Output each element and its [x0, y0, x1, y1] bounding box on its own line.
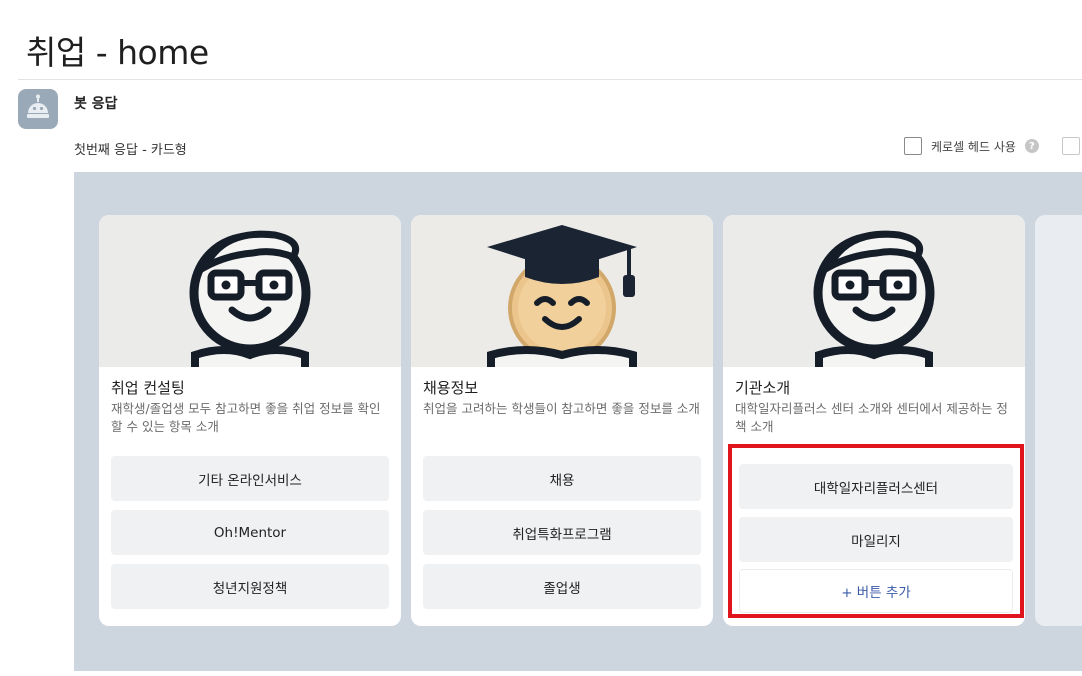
add-button[interactable]: + 버튼 추가 — [739, 569, 1013, 613]
student-with-glasses-illustration — [723, 215, 1025, 367]
carousel-head-label: 케로셀 헤드 사용 — [931, 139, 1016, 154]
card-title: 채용정보 — [423, 379, 479, 397]
graduate-cap-illustration — [411, 215, 713, 367]
title-divider — [18, 79, 1082, 80]
card-button[interactable]: Oh!Mentor — [111, 510, 389, 555]
card-description: 재학생/졸업생 모두 참고하면 좋을 취업 정보를 확인할 수 있는 항목 소개 — [111, 401, 381, 434]
card-button[interactable]: 졸업생 — [423, 564, 701, 609]
page-title: 취업 - home — [26, 33, 209, 72]
bot-avatar — [18, 89, 58, 129]
card-description: 대학일자리플러스 센터 소개와 센터에서 제공하는 정책 소개 — [735, 401, 1008, 434]
card-button[interactable]: 취업특화프로그램 — [423, 510, 701, 555]
card-title: 기관소개 — [735, 379, 791, 397]
response-label: 첫번째 응답 - 카드형 — [74, 143, 187, 158]
card-button[interactable]: 마일리지 — [739, 517, 1013, 562]
student-with-glasses-illustration — [99, 215, 401, 367]
robot-icon — [27, 94, 49, 118]
question-circle-icon[interactable]: ? — [1024, 139, 1039, 153]
card-job-info[interactable]: 채용정보 취업을 고려하는 학생들이 참고하면 좋을 정보를 소개 채용 취업특… — [411, 215, 713, 626]
card-description: 취업을 고려하는 학생들이 참고하면 좋을 정보를 소개 — [423, 401, 700, 416]
card-button[interactable]: 청년지원정책 — [111, 564, 389, 609]
card-next-partial[interactable] — [1035, 215, 1082, 626]
card-institution-intro[interactable]: 기관소개 대학일자리플러스 센터 소개와 센터에서 제공하는 정책 소개 대학일… — [723, 215, 1025, 626]
card-title: 취업 컨설팅 — [111, 379, 185, 397]
card-button[interactable]: 기타 온라인서비스 — [111, 456, 389, 501]
card-button[interactable]: 대학일자리플러스센터 — [739, 464, 1013, 509]
card-employment-consulting[interactable]: 취업 컨설팅 재학생/졸업생 모두 참고하면 좋을 취업 정보를 확인할 수 있… — [99, 215, 401, 626]
carousel-head-option[interactable]: 케로셀 헤드 사용 ? — [904, 137, 1039, 155]
card-button[interactable]: 채용 — [423, 456, 701, 501]
card-image — [411, 215, 713, 367]
secondary-option-checkbox[interactable] — [1062, 137, 1080, 155]
bot-label: 봇 응답 — [74, 96, 118, 112]
card-image — [99, 215, 401, 367]
carousel-head-checkbox[interactable] — [904, 137, 922, 155]
card-image — [723, 215, 1025, 367]
